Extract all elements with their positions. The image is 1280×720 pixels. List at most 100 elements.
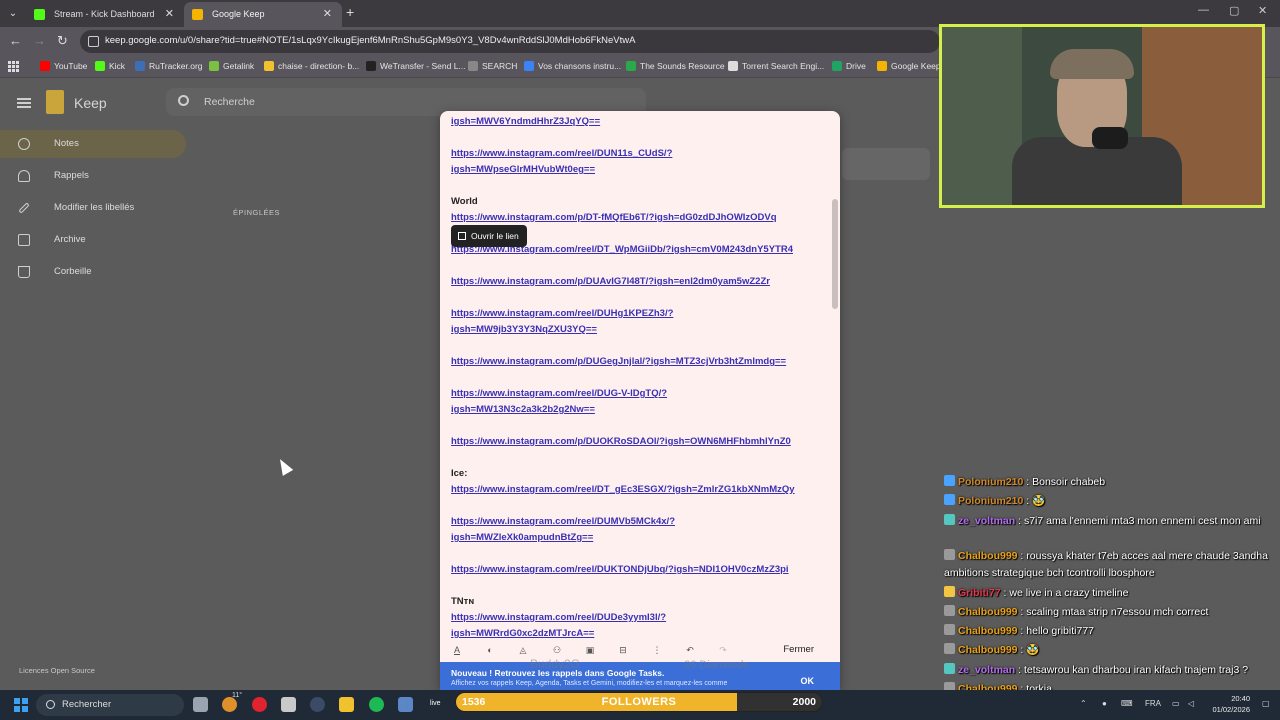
weather-icon[interactable] <box>222 697 237 712</box>
task-view-icon[interactable] <box>193 697 208 712</box>
palette-icon[interactable]: ◐ <box>485 645 495 655</box>
note-link[interactable]: https://www.instagram.com/reel/DUKTONDjU… <box>451 562 789 578</box>
licences-link[interactable]: Licences Open Source <box>19 666 95 675</box>
bookmark-youtube[interactable]: YouTube <box>40 61 87 71</box>
note-link[interactable]: https://www.instagram.com/p/DT-fMQfEb6T/… <box>451 210 777 226</box>
close-tab-icon[interactable]: ✕ <box>323 2 332 27</box>
note-link[interactable]: https://www.instagram.com/reel/DUN11s_CU… <box>451 146 672 162</box>
main-menu-icon[interactable] <box>17 98 31 108</box>
note-link[interactable]: https://www.instagram.com/p/DUOKRoSDAOl/… <box>451 434 791 450</box>
windows-start-icon[interactable] <box>14 698 28 712</box>
sidebar-item-notes[interactable]: Notes <box>0 130 186 158</box>
minimize-icon[interactable]: — <box>1198 4 1209 16</box>
tooltip-label: Ouvrir le lien <box>471 231 519 241</box>
file-explorer-icon[interactable] <box>339 697 354 712</box>
app-icon[interactable] <box>281 697 296 712</box>
show-hidden-icons-icon[interactable]: ⌃ <box>1080 699 1087 708</box>
text-format-icon[interactable]: A <box>452 645 462 655</box>
redo-icon[interactable]: ↷ <box>718 645 728 655</box>
app-icon[interactable] <box>398 697 413 712</box>
volume-icon[interactable]: ◁ <box>1188 699 1194 708</box>
taskbar-search-input[interactable]: Rechercher <box>36 694 184 716</box>
close-tab-icon[interactable]: ✕ <box>165 2 174 27</box>
bookmark-drive[interactable]: Drive <box>832 61 866 71</box>
note-link[interactable]: igsh=MW9jb3Y3Y3NqZXU3YQ== <box>451 322 597 338</box>
system-clock[interactable]: 20:40 01/02/2026 <box>1208 693 1250 715</box>
forward-icon[interactable]: → <box>33 33 46 48</box>
sidebar-item-reminders[interactable]: Rappels <box>0 162 186 190</box>
keep-favicon-icon <box>192 9 203 20</box>
maximize-icon[interactable]: ▢ <box>1229 4 1239 17</box>
bookmark-getalink[interactable]: Getalink <box>209 61 254 71</box>
sidebar-item-archive[interactable]: Archive <box>0 226 186 254</box>
network-icon[interactable]: ▭ <box>1172 699 1180 708</box>
note-toolbar: A ◐ ◬ ⚇ ▣ ⊟ ⋮ ↶ ↷ Fermer <box>440 638 840 662</box>
live-indicator[interactable]: live <box>430 700 441 707</box>
tab-google-keep[interactable]: Google Keep ✕ <box>184 2 342 27</box>
bookmark-wetransfer[interactable]: WeTransfer - Send L... <box>366 61 466 71</box>
search-icon[interactable] <box>178 95 189 106</box>
chat-username: ze_voltman <box>958 515 1016 527</box>
note-link[interactable]: https://www.instagram.com/p/DUGegJnjlal/… <box>451 354 786 370</box>
note-link[interactable]: https://www.instagram.com/reel/DT_gEc3ES… <box>451 482 795 498</box>
banner-ok-button[interactable]: OK <box>801 676 815 686</box>
spotify-icon[interactable] <box>369 697 384 712</box>
tasks-promo-banner: Nouveau ! Retrouvez les rappels dans Goo… <box>440 662 840 690</box>
note-link[interactable]: igsh=MWpseGlrMHVubWt0eg== <box>451 162 595 178</box>
bookmark-torrent-search[interactable]: Torrent Search Engi... <box>728 61 824 71</box>
bookmark-chaise[interactable]: chaise - direction- b... <box>264 61 359 71</box>
chat-username: Chalbou999 <box>958 606 1018 618</box>
keep-logo-icon <box>46 90 64 114</box>
note-link[interactable]: igsh=MWZleXk0ampudnBtZg== <box>451 530 593 546</box>
close-note-button[interactable]: Fermer <box>783 644 814 655</box>
back-icon[interactable]: ← <box>9 33 22 48</box>
microphone-tray-icon[interactable]: ● <box>1102 699 1107 708</box>
note-link[interactable]: https://www.instagram.com/reel/DUDe3yymI… <box>451 610 666 626</box>
note-link[interactable]: igsh=MWV6YndmdHhrZ3JqYQ== <box>451 114 600 130</box>
new-tab-button[interactable]: + <box>346 4 354 20</box>
chat-username: ze_voltman <box>958 664 1016 676</box>
tab-search-button[interactable]: ⌄ <box>4 5 22 22</box>
address-bar[interactable]: keep.google.com/u/0/share?tid=true#NOTE/… <box>80 30 940 53</box>
bookmark-rutracker[interactable]: RuTracker.org <box>135 61 203 71</box>
close-window-icon[interactable]: ✕ <box>1258 4 1267 17</box>
notifications-icon[interactable]: ▢ <box>1262 699 1270 708</box>
note-link[interactable]: https://www.instagram.com/reel/DUMVb5MCk… <box>451 514 675 530</box>
open-link-tooltip[interactable]: Ouvrir le lien <box>451 225 527 247</box>
tab-kick-dashboard[interactable]: Stream - Kick Dashboard ✕ <box>26 2 184 27</box>
sidebar-item-edit-labels[interactable]: Modifier les libellés <box>0 194 186 222</box>
sidebar-item-trash[interactable]: Corbeille <box>0 258 186 286</box>
bookmark-google-keep[interactable]: Google Keep <box>877 61 941 71</box>
weather-temperature: 11° <box>232 692 243 699</box>
bookmark-sounds-resource[interactable]: The Sounds Resource <box>626 61 725 71</box>
site-info-icon[interactable] <box>88 36 99 47</box>
note-link[interactable]: https://www.instagram.com/p/DUAvIG7I48T/… <box>451 274 770 290</box>
undo-icon[interactable]: ↶ <box>685 645 695 655</box>
bookmark-search[interactable]: SEARCH <box>468 61 517 71</box>
note-link[interactable]: https://www.instagram.com/reel/DUHg1KPEZ… <box>451 306 673 322</box>
app-icon[interactable] <box>310 697 325 712</box>
search-bookmark-icon <box>468 61 478 71</box>
input-language[interactable]: FRA <box>1145 699 1161 708</box>
bookmark-vos-chansons[interactable]: Vos chansons instru... <box>524 61 621 71</box>
note-link[interactable]: igsh=MW13N3c2a3k2b2g2Nw== <box>451 402 595 418</box>
bookmark-kick[interactable]: Kick <box>95 61 125 71</box>
pinned-section-label: ÉPINGLÉES <box>233 208 281 217</box>
opera-gx-icon[interactable] <box>252 697 267 712</box>
add-collaborator-icon[interactable]: ⚇ <box>552 645 562 655</box>
note-link[interactable]: https://www.instagram.com/reel/DUG-V-lDg… <box>451 386 667 402</box>
reminder-bell-icon[interactable]: ◬ <box>518 645 528 655</box>
add-image-icon[interactable]: ▣ <box>585 645 595 655</box>
note-scrollbar[interactable] <box>832 199 838 309</box>
chat-username: Polonium210 <box>958 495 1024 507</box>
archive-note-icon[interactable]: ⊟ <box>618 645 628 655</box>
keyboard-icon[interactable]: ⌨ <box>1121 699 1133 708</box>
note-card[interactable] <box>842 148 930 180</box>
followers-goal: 2000 <box>792 696 816 708</box>
chat-text: Bonsoir chabeb <box>1032 476 1106 488</box>
more-options-icon[interactable]: ⋮ <box>652 645 662 655</box>
chat-message: Gribiti77 : we live in a crazy timeline <box>944 585 1276 602</box>
reload-icon[interactable]: ↻ <box>57 33 68 49</box>
apps-grid-icon[interactable] <box>8 61 19 72</box>
rutracker-icon <box>135 61 145 71</box>
